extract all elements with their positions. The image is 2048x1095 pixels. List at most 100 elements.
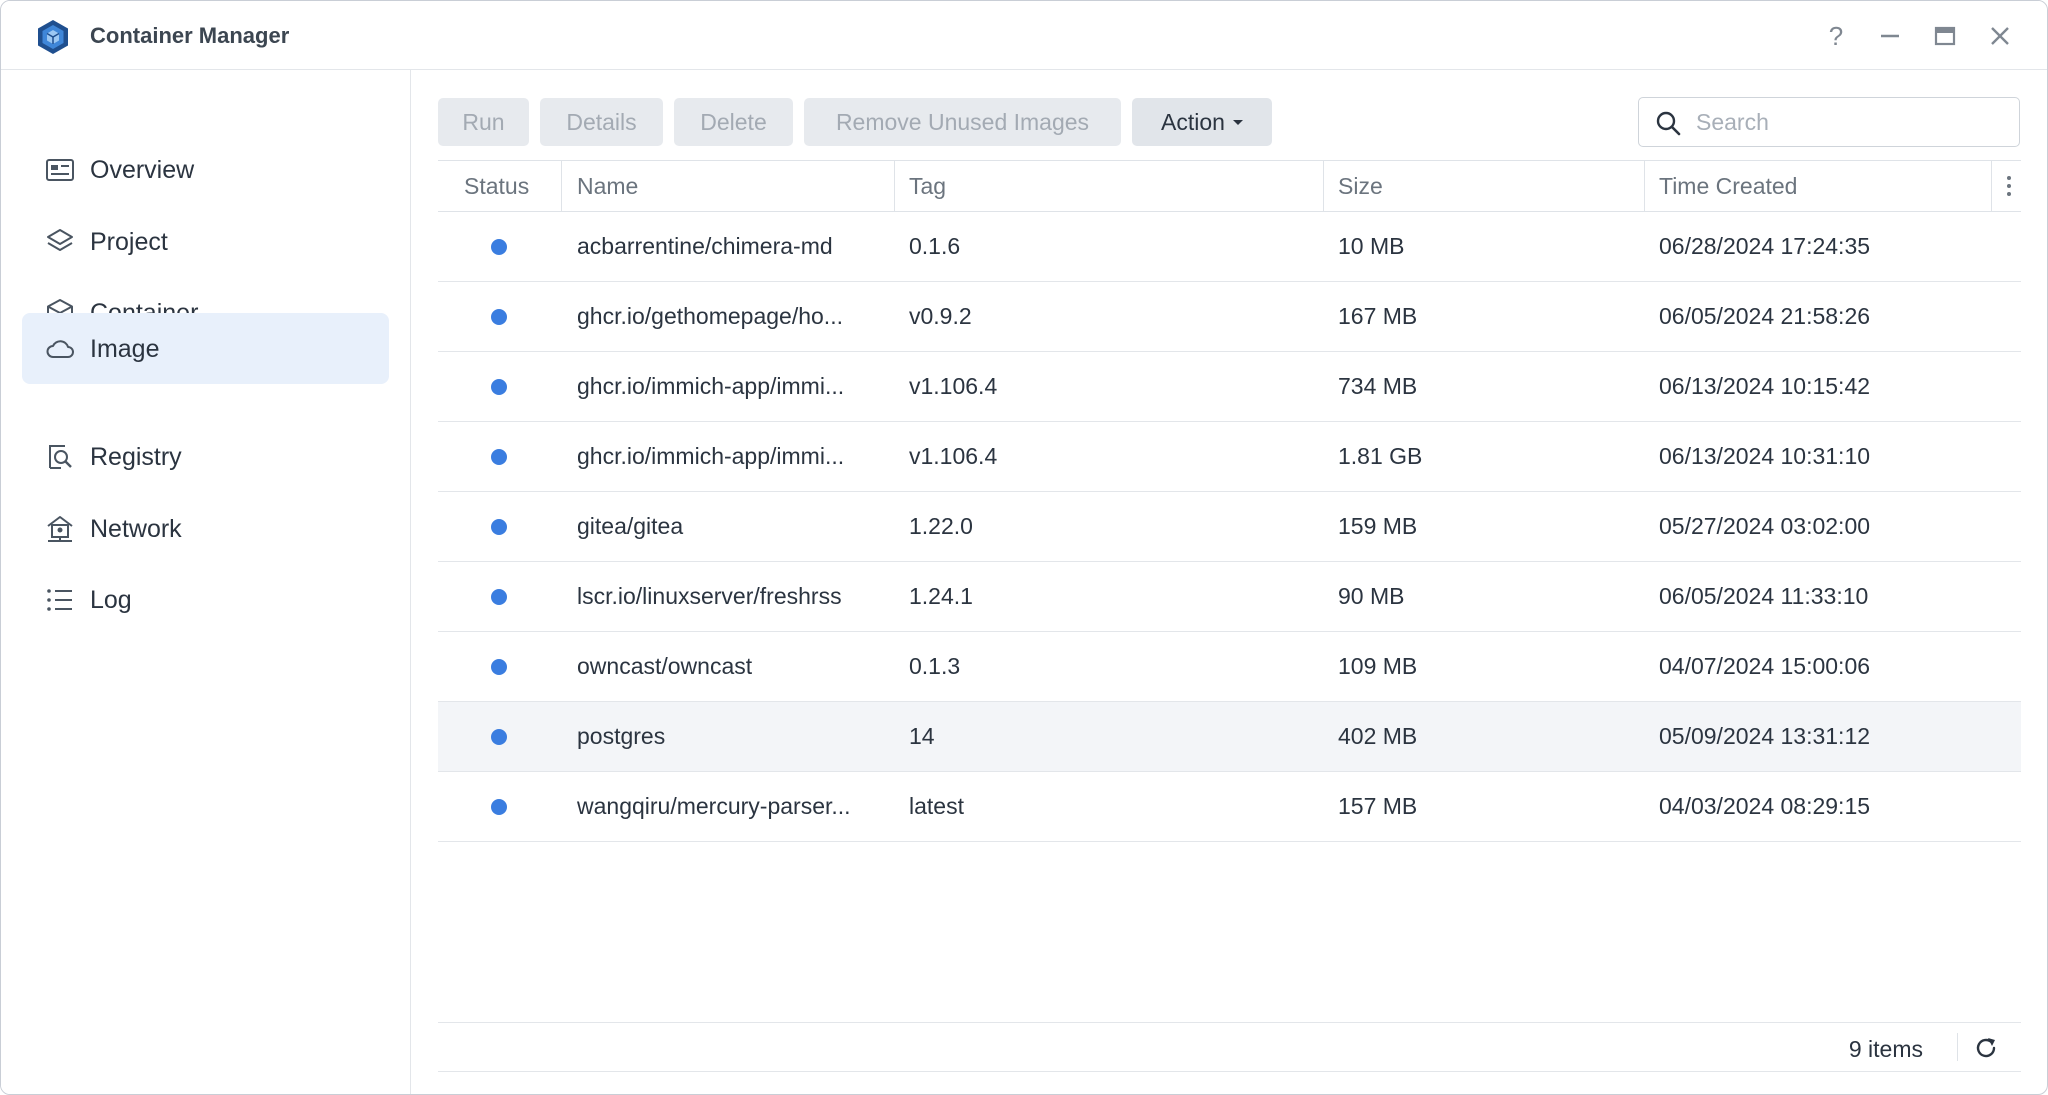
status-indicator	[491, 379, 507, 395]
table-row[interactable]: gitea/gitea 1.22.0 159 MB 05/27/2024 03:…	[438, 492, 2021, 562]
image-size: 90 MB	[1338, 583, 1405, 609]
close-icon[interactable]	[1983, 19, 2017, 53]
sidebar-item-label: Image	[90, 335, 160, 363]
table-row[interactable]: owncast/owncast 0.1.3 109 MB 04/07/2024 …	[438, 632, 2021, 702]
column-options-icon[interactable]	[1999, 171, 2019, 201]
sidebar-item-label: Network	[90, 515, 182, 543]
sidebar-item-image[interactable]: Image	[22, 313, 389, 384]
image-time-created: 05/09/2024 13:31:12	[1659, 723, 1871, 749]
refresh-icon[interactable]	[1973, 1035, 1999, 1061]
table-header: Status Name Tag Size Time Created	[438, 160, 2021, 212]
list-icon	[47, 589, 72, 611]
table-row[interactable]: acbarrentine/chimera-md 0.1.6 10 MB 06/2…	[438, 212, 2021, 282]
sidebar-item-label: Project	[90, 228, 168, 256]
sidebar-item-project[interactable]: Project	[22, 206, 389, 277]
search-icon	[1656, 111, 1681, 136]
minimize-icon[interactable]	[1873, 19, 1907, 53]
table-row[interactable]: lscr.io/linuxserver/freshrss 1.24.1 90 M…	[438, 562, 2021, 632]
sidebar-item-label: Log	[90, 586, 132, 614]
image-name: ghcr.io/gethomepage/ho...	[577, 303, 843, 329]
image-name: wangqiru/mercury-parser...	[577, 793, 851, 819]
run-button[interactable]: Run	[438, 98, 529, 146]
image-tag: 0.1.3	[909, 653, 961, 679]
column-divider[interactable]	[1323, 161, 1324, 211]
image-tag: 1.24.1	[909, 583, 973, 609]
footer-divider	[1957, 1033, 1958, 1061]
column-divider[interactable]	[894, 161, 895, 211]
column-divider[interactable]	[1644, 161, 1645, 211]
image-name: owncast/owncast	[577, 653, 753, 679]
image-tag: v1.106.4	[909, 373, 998, 399]
image-time-created: 05/27/2024 03:02:00	[1659, 513, 1871, 539]
details-button[interactable]: Details	[540, 98, 663, 146]
sidebar: Overview Project Container Image	[1, 70, 411, 1094]
status-indicator	[491, 309, 507, 325]
action-button-label: Action	[1161, 108, 1225, 135]
image-time-created: 06/05/2024 21:58:26	[1659, 303, 1871, 329]
column-header-time-created[interactable]: Time Created	[1659, 161, 1797, 211]
table-row[interactable]: wangqiru/mercury-parser... latest 157 MB…	[438, 772, 2021, 842]
column-divider	[1991, 161, 1992, 211]
image-size: 167 MB	[1338, 303, 1418, 329]
image-name: ghcr.io/immich-app/immi...	[577, 443, 845, 469]
cloud-icon	[46, 340, 74, 358]
table-row[interactable]: postgres 14 402 MB 05/09/2024 13:31:12	[438, 702, 2021, 772]
image-tag: 14	[909, 723, 935, 749]
status-indicator	[491, 519, 507, 535]
image-time-created: 06/05/2024 11:33:10	[1659, 583, 1869, 609]
item-count: 9 items	[1848, 1036, 1923, 1062]
image-size: 1.81 GB	[1338, 443, 1423, 469]
overview-icon	[46, 159, 74, 181]
image-size: 10 MB	[1338, 233, 1405, 259]
status-indicator	[491, 239, 507, 255]
search-box[interactable]	[1638, 97, 2020, 147]
table-row[interactable]: ghcr.io/gethomepage/ho... v0.9.2 167 MB …	[438, 282, 2021, 352]
image-tag: 0.1.6	[909, 233, 961, 259]
status-indicator	[491, 799, 507, 815]
column-header-name[interactable]: Name	[577, 161, 638, 211]
image-time-created: 06/28/2024 17:24:35	[1659, 233, 1871, 259]
table-footer: 9 items	[438, 1022, 2021, 1072]
image-size: 159 MB	[1338, 513, 1418, 539]
table-row[interactable]: ghcr.io/immich-app/immi... v1.106.4 1.81…	[438, 422, 2021, 492]
column-header-status[interactable]: Status	[464, 161, 529, 211]
sidebar-item-label: Overview	[90, 156, 195, 184]
sidebar-item-log[interactable]: Log	[22, 564, 389, 635]
maximize-icon[interactable]	[1928, 19, 1962, 53]
app-logo-icon	[38, 20, 68, 54]
status-indicator	[491, 449, 507, 465]
image-size: 402 MB	[1338, 723, 1418, 749]
remove-unused-images-button[interactable]: Remove Unused Images	[804, 98, 1121, 146]
sidebar-item-label: Registry	[90, 443, 182, 471]
help-icon[interactable]: ?	[1819, 19, 1853, 53]
image-name: ghcr.io/immich-app/immi...	[577, 373, 845, 399]
image-time-created: 04/07/2024 15:00:06	[1659, 653, 1871, 679]
image-tag: v0.9.2	[909, 303, 972, 329]
image-time-created: 04/03/2024 08:29:15	[1659, 793, 1871, 819]
caret-down-icon	[1232, 119, 1243, 125]
image-name: acbarrentine/chimera-md	[577, 233, 833, 259]
table-row[interactable]: ghcr.io/immich-app/immi... v1.106.4 734 …	[438, 352, 2021, 422]
delete-button[interactable]: Delete	[674, 98, 793, 146]
image-size: 734 MB	[1338, 373, 1418, 399]
sidebar-item-network[interactable]: Network	[22, 493, 389, 564]
registry-search-icon	[49, 445, 72, 469]
status-indicator	[491, 659, 507, 675]
image-time-created: 06/13/2024 10:15:42	[1659, 373, 1871, 399]
column-header-tag[interactable]: Tag	[909, 161, 946, 211]
network-icon	[47, 516, 73, 542]
column-divider[interactable]	[561, 161, 562, 211]
image-size: 157 MB	[1338, 793, 1418, 819]
search-input[interactable]	[1696, 98, 2006, 146]
image-tag: 1.22.0	[909, 513, 973, 539]
action-dropdown-button[interactable]: Action	[1132, 98, 1272, 146]
column-header-size[interactable]: Size	[1338, 161, 1383, 211]
sidebar-item-overview[interactable]: Overview	[22, 134, 389, 205]
sidebar-item-registry[interactable]: Registry	[22, 421, 389, 492]
image-name: postgres	[577, 723, 666, 749]
image-size: 109 MB	[1338, 653, 1418, 679]
container-manager-window: Container Manager ? Overview Project Ima…	[0, 0, 2048, 1095]
title-bar: Container Manager ?	[1, 1, 2047, 70]
app-title: Container Manager	[90, 23, 290, 48]
status-indicator	[491, 729, 507, 745]
